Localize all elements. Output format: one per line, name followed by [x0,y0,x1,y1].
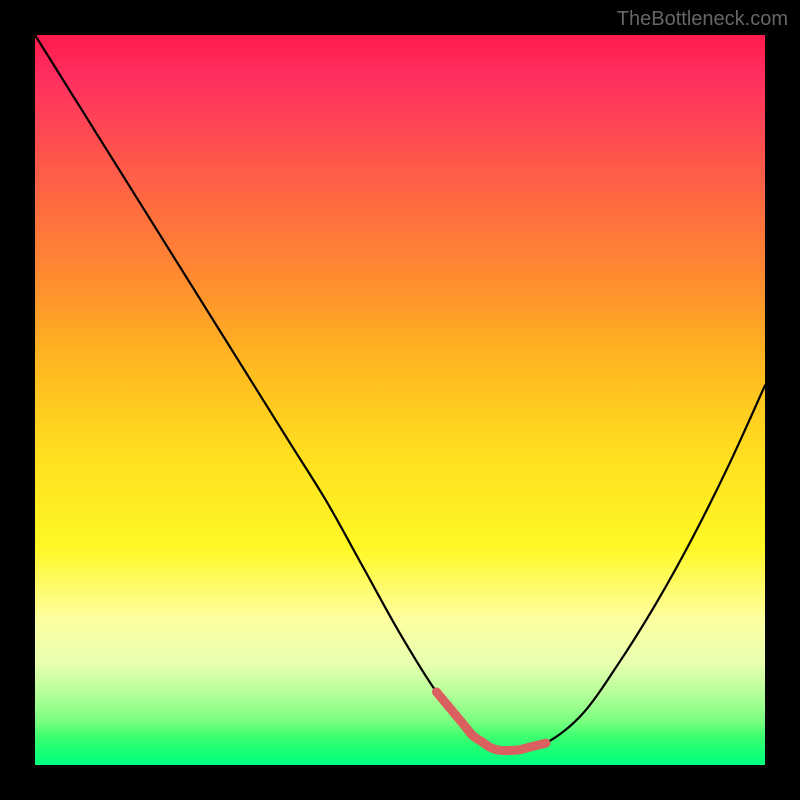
watermark-text: TheBottleneck.com [617,8,788,31]
chart-curve-svg [35,35,765,765]
chart-highlight-segment [437,692,547,751]
chart-plot-area [35,35,765,765]
chart-main-line [35,35,765,752]
